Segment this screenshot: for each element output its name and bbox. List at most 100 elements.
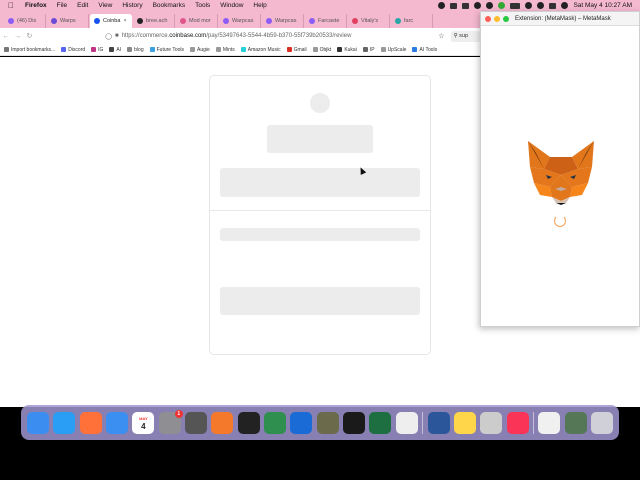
close-window-button[interactable] [485,15,491,22]
browser-tab[interactable]: Warps [47,14,89,28]
bookmark-favicon-icon [109,47,115,52]
screenshot-icon[interactable] [343,411,366,434]
browser-tab[interactable]: Farcaste [305,14,347,28]
bookmark-item[interactable]: Import bookmarks... [4,47,55,53]
firefox-icon[interactable] [79,411,102,434]
reload-button[interactable]: ↻ [24,32,36,40]
music-icon[interactable] [506,411,529,434]
browser-tab[interactable]: (46) Dis [4,14,46,28]
preview-icon[interactable] [480,411,503,434]
menu-app-name[interactable]: Firefox [20,2,52,9]
status-extension-icon[interactable] [474,2,482,9]
browser-tab[interactable]: Coinba × [90,14,132,28]
battery-icon[interactable] [510,2,521,9]
bookmark-item[interactable]: AI [109,47,121,53]
tab-label: (46) Dis [17,18,37,24]
app-icon[interactable] [264,411,287,434]
dock-separator [422,411,424,434]
bookmark-label: UpScale [387,46,407,53]
bookmark-label: Gmail [293,46,307,53]
card-divider [210,210,430,211]
system-settings-icon[interactable]: 1 [158,409,183,434]
excel-icon[interactable] [369,411,392,434]
status-app-icon[interactable] [486,2,494,9]
apple-menu-icon[interactable]:  [0,1,20,10]
calendar-icon[interactable]: MAY 4 [132,411,155,434]
bookmark-item[interactable]: Amazon Music [240,46,281,53]
finder-icon[interactable] [27,411,49,434]
menu-bookmarks[interactable]: Bookmarks [148,2,191,9]
detail-placeholder [220,228,420,241]
control-center-icon[interactable] [549,2,557,9]
siri-icon[interactable] [561,2,569,9]
menu-edit[interactable]: Edit [72,2,93,9]
browser-tab[interactable]: farc [391,14,433,28]
bookmark-item[interactable]: Mints [215,46,235,53]
menu-window[interactable]: Window [215,2,248,9]
bookmark-item[interactable]: Kukai [337,47,357,53]
bookmark-label: Amazon Music [247,46,281,53]
tab-label: farc [404,18,414,24]
bookmark-item[interactable]: IG [91,47,103,53]
minimize-window-button[interactable] [494,15,500,22]
shield-icon[interactable]: ◯ [105,33,112,40]
menu-tools[interactable]: Tools [190,2,215,9]
bookmark-item[interactable]: blog [127,46,144,53]
forward-button[interactable]: → [12,33,24,40]
bookmark-label: blog [134,46,144,53]
url-bar[interactable]: ◯ ■ https://commerce.coinbase.com/pay/53… [105,30,428,42]
safari-icon[interactable] [53,411,76,434]
status-record-icon[interactable] [438,2,446,9]
bookmark-item[interactable]: Augie [190,47,210,53]
browser-tab[interactable]: Mod mor [176,14,218,28]
quicktime-icon[interactable] [290,411,313,434]
browser-tab[interactable]: bree.ach [133,14,175,28]
status-screen-icon[interactable] [450,2,458,9]
bookmark-star-icon[interactable]: ☆ [438,32,444,40]
photos-folder-icon[interactable] [564,411,587,434]
zoom-window-button[interactable] [503,15,509,22]
tab-favicon-icon [180,18,186,24]
bookmark-item[interactable]: Future Tools [149,47,184,53]
status-gallery-icon[interactable] [462,2,470,9]
bookmark-item[interactable]: IP [362,47,375,53]
tab-label: Warps [60,18,76,24]
bookmark-item[interactable]: Discord [61,47,85,53]
back-button[interactable]: ← [0,33,12,40]
calculator-icon[interactable] [185,411,208,434]
app2-icon[interactable] [538,411,561,434]
button-placeholder [220,287,420,315]
menu-view[interactable]: View [93,2,117,9]
bookmark-favicon-icon [149,47,155,52]
search-input[interactable]: ⚲ sup [450,30,481,42]
tab-close-icon[interactable]: × [123,18,126,24]
scrivener-icon[interactable] [237,411,260,434]
gimp-icon[interactable] [316,411,339,434]
mail-icon[interactable] [106,411,129,434]
bookmark-label: Mints [222,46,235,53]
notes-icon[interactable] [453,411,476,434]
notes-pad-icon[interactable] [395,411,418,434]
metamask-titlebar: Extension: (MetaMask) – MetaMask [481,12,639,26]
word-icon[interactable] [427,411,450,434]
spotlight-search-icon[interactable] [537,2,545,9]
bookmark-item[interactable]: Gmail [286,46,307,53]
blender-icon[interactable] [211,411,234,434]
bookmark-favicon-icon [312,47,318,52]
trash-icon[interactable] [590,411,613,434]
browser-tab[interactable]: Warpcas [262,14,304,28]
tab-label: Vitaly's [361,18,379,24]
menubar-clock[interactable]: Sat May 4 10:27 AM [573,2,632,9]
menu-file[interactable]: File [52,2,72,9]
status-green-icon[interactable] [498,2,506,9]
tab-favicon-icon [8,18,14,24]
bookmark-item[interactable]: Objkt [312,47,331,53]
lock-icon[interactable]: ■ [115,33,119,39]
menu-history[interactable]: History [117,2,147,9]
browser-tab[interactable]: Warpcas [219,14,261,28]
bookmark-item[interactable]: AI Tools [412,47,437,53]
menu-help[interactable]: Help [248,2,271,9]
wifi-icon[interactable] [525,2,533,9]
bookmark-item[interactable]: UpScale [380,46,407,53]
browser-tab[interactable]: Vitaly's [348,14,390,28]
